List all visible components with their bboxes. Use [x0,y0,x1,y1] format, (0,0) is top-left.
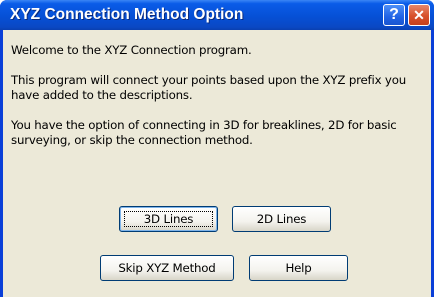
options-text: You have the option of connecting in 3D … [11,118,397,147]
skip-xyz-method-button-label: Skip XYZ Method [118,261,216,275]
skip-xyz-method-button[interactable]: Skip XYZ Method [100,255,234,281]
2d-lines-button[interactable]: 2D Lines [232,206,331,232]
window-title: XYZ Connection Method Option [10,6,244,23]
help-button[interactable]: Help [249,255,348,281]
title-bar[interactable]: XYZ Connection Method Option ? ✕ [0,0,434,30]
focus-rectangle [124,211,213,227]
help-icon[interactable]: ? [383,4,405,26]
welcome-text: Welcome to the XYZ Connection program. [11,43,252,57]
3d-lines-button[interactable]: 3D Lines [119,206,218,232]
dialog-window: XYZ Connection Method Option ? ✕ Welcome… [0,0,434,297]
close-icon[interactable]: ✕ [408,4,430,26]
description-text: This program will connect your points ba… [11,73,406,102]
help-button-label: Help [285,261,312,275]
dialog-body: Welcome to the XYZ Connection program. T… [3,30,431,297]
2d-lines-button-label: 2D Lines [256,212,307,226]
background [434,4,440,297]
